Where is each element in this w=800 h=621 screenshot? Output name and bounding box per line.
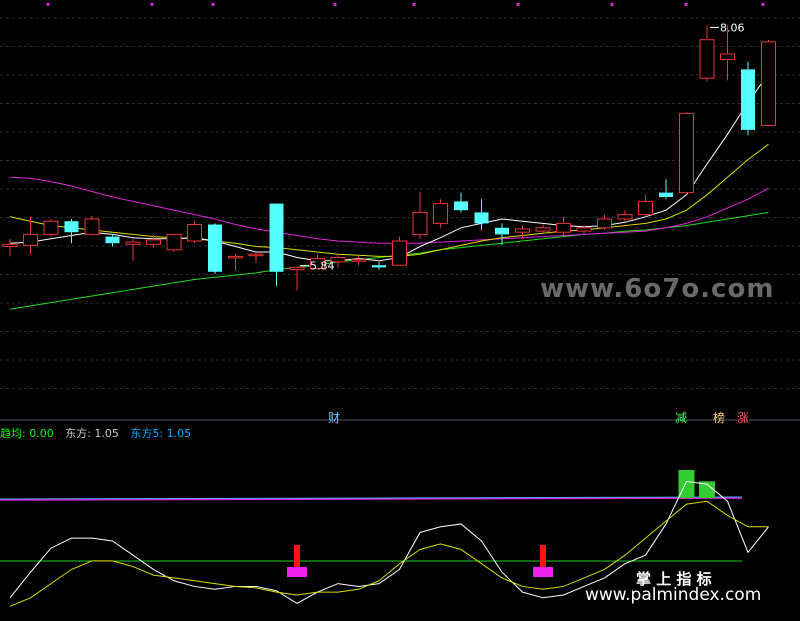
osc-magenta-block: [533, 567, 553, 577]
candle-body-up: [228, 255, 243, 259]
candle-body-up: [699, 39, 715, 79]
candlesticks: [2, 25, 776, 291]
candle-body-up: [248, 253, 264, 257]
top-marker-dot: [684, 3, 688, 6]
top-marker-dot: [211, 3, 215, 6]
candle-body-down: [495, 227, 509, 235]
candle-body-up: [43, 220, 59, 235]
candle-body-up: [146, 239, 161, 245]
ma-yellow-line: [9, 143, 769, 257]
osc-red-signal: [294, 545, 300, 567]
marker-zhang: 涨: [737, 411, 750, 425]
candle-body-up: [720, 53, 735, 60]
candle-body-up: [515, 228, 530, 233]
marker-jian: 减: [675, 411, 688, 425]
candle-body-down: [269, 203, 284, 272]
candle-body-up: [412, 211, 428, 235]
top-marker-dot: [412, 3, 416, 6]
candle-body-down: [105, 236, 120, 244]
candle-body-down: [372, 265, 386, 268]
candle-body-down: [659, 192, 673, 197]
watermark-top: www.6o7o.com: [540, 274, 775, 304]
chart-canvas: 8.06 5.84: [0, 3, 800, 607]
legend-dongfang5: 东方5: 1.05: [130, 427, 192, 440]
candle-body-up: [392, 240, 407, 266]
candle-body-up: [187, 224, 202, 242]
candle-body-down: [208, 224, 222, 272]
candle-body-up: [535, 227, 551, 232]
candle-body-up: [638, 200, 653, 216]
legend-qujun: 趋均: 0.00: [0, 427, 54, 440]
candle-body-up: [761, 41, 776, 126]
candle-body-up: [617, 214, 633, 220]
top-marker-dot: [610, 3, 614, 6]
price-grid: [0, 3, 800, 421]
candle-body-up: [2, 243, 18, 248]
candle-body-up: [125, 241, 141, 245]
candle-body-down: [474, 212, 489, 224]
candle-body-up: [556, 222, 571, 233]
candle-body-up: [576, 227, 592, 232]
top-marker-dot: [150, 3, 154, 6]
top-marker-dot: [516, 3, 520, 6]
candle-body-up: [289, 266, 305, 271]
indicator-legend: 趋均: 0.00 东方: 1.05 东方5: 1.05: [0, 425, 191, 441]
candle-body-down: [64, 221, 79, 233]
candle-body-down: [741, 69, 755, 130]
watermark-bottom-url: www.palmindex.com: [585, 585, 762, 605]
candle-body-up: [433, 203, 448, 224]
marker-cai: 财: [328, 411, 341, 425]
annotation-label-5.84: 5.84: [310, 260, 335, 273]
candle-body-up: [84, 218, 100, 235]
top-marker-dot: [761, 3, 765, 6]
candle-body-down: [454, 201, 468, 211]
ma-white-line: [9, 73, 769, 262]
chart-window: 8.06 5.84 www.6o7o.com 财 减 榜 涨 趋均: 0.00 东…: [0, 0, 800, 621]
candle-body-up: [23, 233, 38, 246]
candle-body-up: [166, 233, 182, 251]
top-marker-dot: [333, 3, 337, 6]
annotation-label-8.06: 8.06: [720, 21, 745, 34]
top-marker-dot: [46, 3, 50, 6]
candle-body-up: [351, 259, 366, 262]
osc-red-signal: [540, 545, 546, 567]
legend-dongfang: 东方: 1.05: [65, 427, 119, 440]
marker-bang: 榜: [713, 411, 726, 425]
candle-body-up: [679, 112, 694, 194]
candle-body-up: [597, 218, 612, 229]
osc-magenta-block: [287, 567, 307, 577]
